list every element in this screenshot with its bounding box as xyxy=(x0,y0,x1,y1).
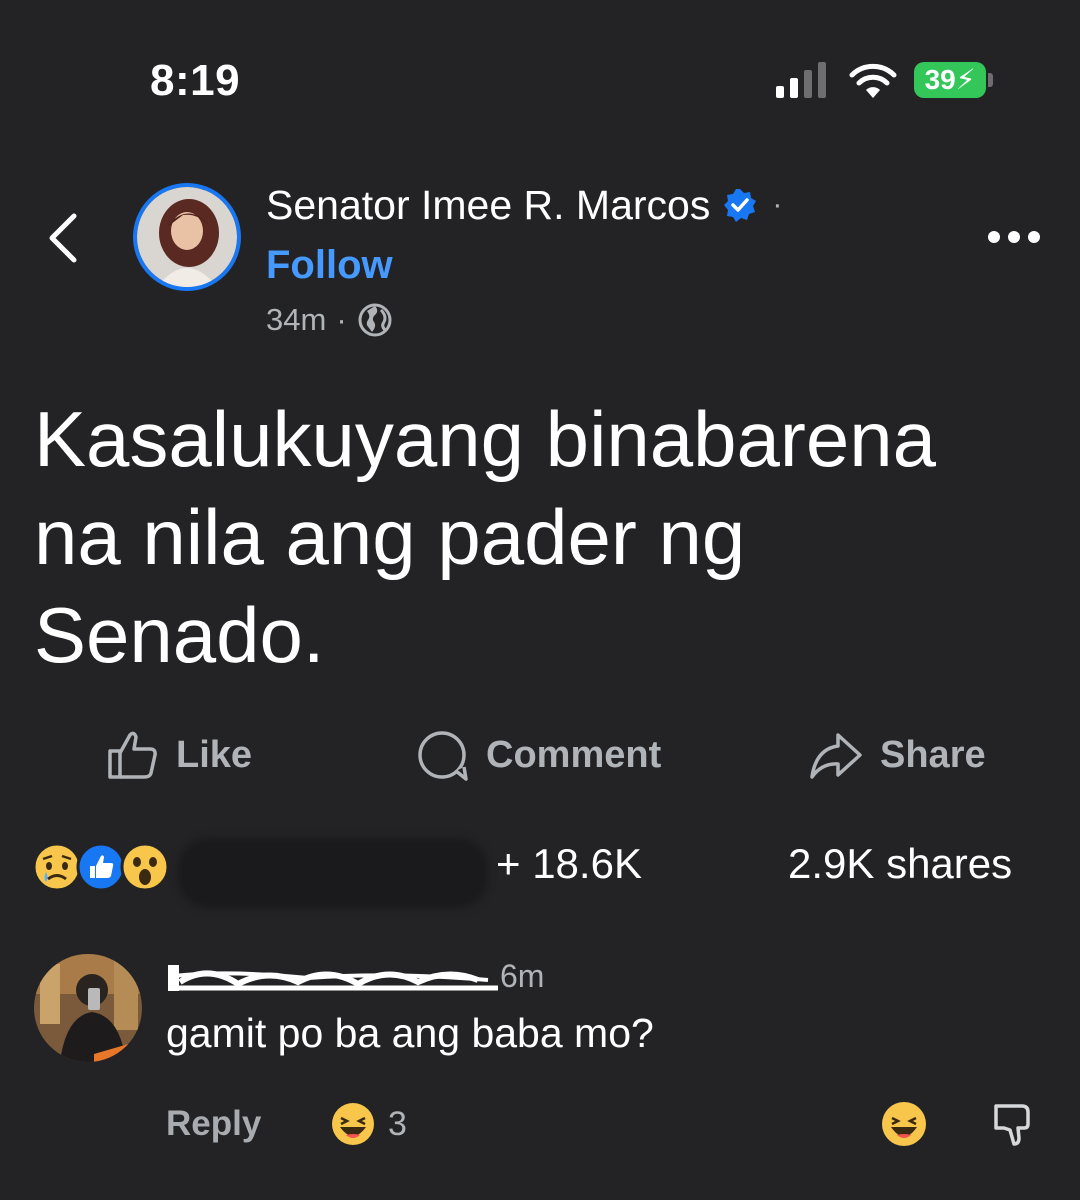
comment-text: gamit po ba ang baba mo? xyxy=(166,1010,654,1056)
like-icon xyxy=(108,731,157,779)
page-avatar[interactable] xyxy=(133,183,241,291)
wow-reaction-icon xyxy=(120,842,170,892)
profile-photo-icon xyxy=(137,187,237,287)
follow-button[interactable]: Follow xyxy=(266,243,393,288)
post-time[interactable]: 34m xyxy=(266,302,326,338)
meta-separator: · xyxy=(336,302,347,337)
back-chevron-icon[interactable] xyxy=(44,210,84,266)
haha-react-button-icon[interactable] xyxy=(880,1100,928,1148)
charging-bolt-icon: ⚡ xyxy=(955,64,976,95)
comment-time: 6m xyxy=(500,958,545,994)
commenter-avatar[interactable] xyxy=(34,954,142,1062)
comment-button[interactable]: Comment xyxy=(414,727,661,783)
commenter-photo-icon xyxy=(34,954,142,1062)
more-options-icon[interactable] xyxy=(984,225,1044,249)
wifi-icon xyxy=(849,63,897,98)
haha-reaction-icon xyxy=(332,1103,374,1145)
post-text: Kasalukuyang binabarena na nila ang pade… xyxy=(34,395,937,679)
battery-level: 39⚡ xyxy=(914,62,986,98)
verified-badge-icon xyxy=(724,189,757,222)
reply-button[interactable]: Reply xyxy=(166,1104,261,1144)
name-separator: · xyxy=(772,188,783,221)
comment-reaction-summary[interactable]: 3 xyxy=(330,1100,407,1148)
redacted-commenter-name xyxy=(168,965,498,998)
battery-cap xyxy=(988,73,993,87)
reaction-count[interactable]: + 18.6K xyxy=(496,840,642,888)
comment-bubble-icon xyxy=(418,731,468,781)
share-button[interactable]: Share xyxy=(808,727,986,783)
like-button[interactable]: Like xyxy=(104,727,252,783)
thumbs-down-icon[interactable] xyxy=(988,1098,1038,1148)
like-reaction-icon xyxy=(76,842,126,892)
redacted-reactor-names xyxy=(178,838,488,908)
sad-reaction-icon xyxy=(32,842,82,892)
page-name-row: Senator Imee R. Marcos · xyxy=(266,180,782,230)
share-label: Share xyxy=(880,733,986,776)
post-screen: 8:19 39⚡ Senator Imee R. Marcos · Follow… xyxy=(0,0,1080,1200)
globe-icon xyxy=(358,303,392,337)
reaction-summary[interactable] xyxy=(32,842,172,894)
battery-percent: 39 xyxy=(924,64,956,95)
comment-label: Comment xyxy=(486,733,662,776)
cellular-signal-icon xyxy=(776,62,826,98)
comment-reaction-count: 3 xyxy=(388,1104,407,1143)
share-count[interactable]: 2.9K shares xyxy=(788,840,1012,888)
status-time: 8:19 xyxy=(150,56,241,105)
page-name[interactable]: Senator Imee R. Marcos xyxy=(266,182,710,229)
like-label: Like xyxy=(176,733,253,776)
post-meta: 34m · xyxy=(266,300,393,340)
share-arrow-icon xyxy=(810,733,862,779)
